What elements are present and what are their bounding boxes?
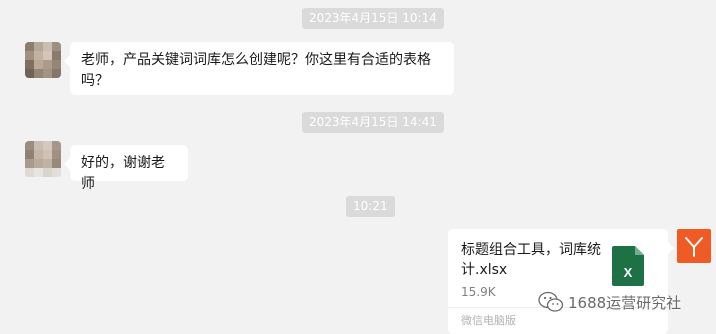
message-text: 老师，产品关键词词库怎么创建呢？你这里有合适的表格吗？	[81, 52, 431, 89]
file-name: 标题组合工具，词库统计.xlsx	[461, 242, 601, 278]
contact-avatar[interactable]	[25, 141, 61, 177]
contact-avatar[interactable]	[25, 42, 61, 78]
watermark-text: 1688运营研究社	[568, 293, 682, 312]
timestamp: 2023年4月15日 10:14	[302, 8, 444, 29]
message-bubble[interactable]: 老师，产品关键词词库怎么创建呢？你这里有合适的表格吗？	[64, 42, 454, 95]
message-bubble[interactable]: 好的，谢谢老师	[64, 145, 188, 192]
file-source-label: 微信电脑版	[461, 314, 516, 327]
excel-file-icon: X	[612, 246, 644, 286]
excel-letter: X	[624, 265, 633, 280]
timestamp: 2023年4月15日 14:41	[302, 112, 444, 133]
y-logo-icon	[685, 237, 703, 257]
self-avatar[interactable]	[677, 229, 711, 263]
wechat-icon	[538, 291, 564, 312]
watermark: 1688运营研究社	[538, 290, 681, 314]
message-text: 好的，谢谢老师	[81, 155, 165, 192]
timestamp: 10:21	[346, 196, 395, 217]
file-message-card[interactable]: 标题组合工具，词库统计.xlsx X 15.9K 微信电脑版	[448, 229, 674, 334]
file-size: 15.9K	[461, 285, 496, 299]
